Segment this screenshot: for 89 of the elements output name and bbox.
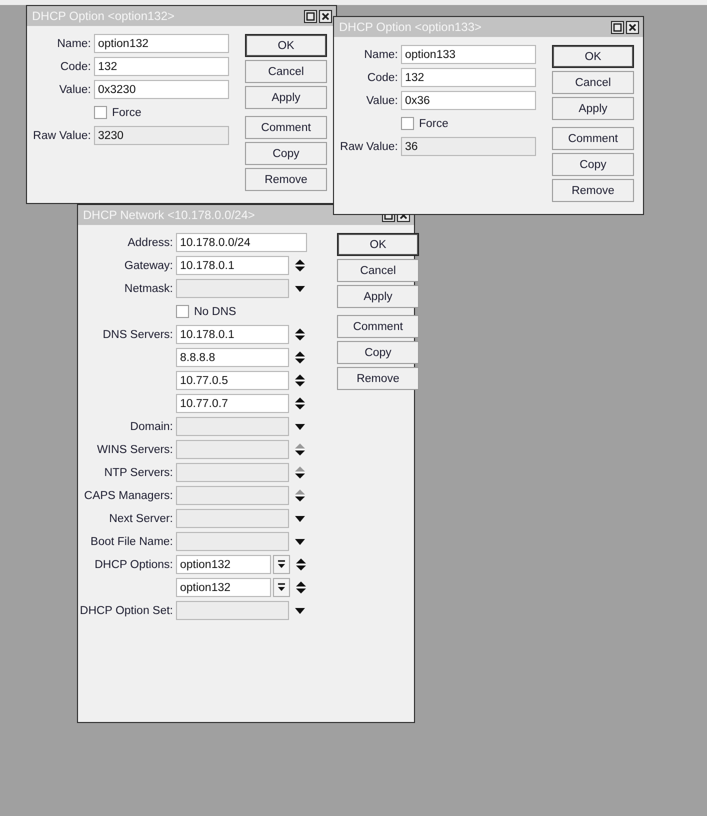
select-field[interactable]: option132 [176,578,271,597]
field-label: Value: [59,84,91,96]
field-label: Gateway: [124,260,173,272]
readonly-field[interactable] [176,601,289,620]
field-label: Code: [60,60,91,72]
checkbox-label: Force [419,118,448,130]
dialog-button[interactable]: Cancel [337,259,419,282]
dropdown-button[interactable] [273,578,290,597]
readonly-field[interactable] [176,509,289,528]
checkbox-label: Force [112,106,142,118]
maximize-icon[interactable] [611,20,624,34]
input-field[interactable]: 8.8.8.8 [176,348,289,367]
input-field[interactable]: 132 [94,57,229,76]
up-down-arrow-icon[interactable] [296,581,306,594]
readonly-field[interactable]: 3230 [94,126,229,145]
field-label: WINS Servers: [96,444,173,456]
readonly-field[interactable]: 36 [401,137,536,156]
readonly-field[interactable] [176,279,289,298]
field-label: Code: [367,72,398,84]
field-label: NTP Servers: [104,466,173,478]
up-down-arrow-icon[interactable] [295,374,305,387]
checkbox[interactable] [401,117,414,130]
field-label: Name: [364,48,398,60]
input-field[interactable]: 0x36 [401,91,536,110]
field-label: Value: [366,94,398,106]
up-down-arrow-icon[interactable] [296,558,306,571]
field-label: Next Server: [109,512,173,524]
input-field[interactable]: 132 [401,68,536,87]
field-label: Netmask: [124,282,173,294]
up-down-arrow-icon[interactable] [295,328,305,341]
checkbox[interactable] [176,305,189,318]
dialog-button[interactable]: Remove [337,367,419,390]
field-label: Raw Value: [340,140,398,152]
field-label: Name: [57,38,91,50]
input-field[interactable]: option132 [94,34,229,53]
dropdown-arrow-icon[interactable] [295,424,305,430]
readonly-field[interactable] [176,440,289,459]
dialog-button[interactable]: Remove [552,179,634,202]
input-field[interactable]: 10.77.0.7 [176,394,289,413]
dialog-button[interactable]: Remove [245,168,327,191]
dialog-button[interactable]: Cancel [245,60,327,83]
field-label: DNS Servers: [102,328,173,340]
up-down-arrow-icon[interactable] [295,259,305,272]
input-field[interactable]: option133 [401,45,536,64]
dropdown-arrow-icon[interactable] [295,538,305,544]
readonly-field[interactable] [176,417,289,436]
readonly-field[interactable] [176,463,289,482]
close-icon[interactable] [626,20,639,34]
close-icon[interactable] [319,10,332,22]
dialog-button[interactable]: Copy [245,142,327,165]
checkbox-label: No DNS [194,306,236,318]
field-label: CAPS Managers: [84,490,173,502]
field-label: Address: [128,236,173,248]
dialog-button[interactable]: Copy [337,341,419,364]
readonly-field[interactable] [176,532,289,551]
dropdown-button[interactable] [273,555,290,574]
dialog-button[interactable]: Apply [245,86,327,109]
input-field[interactable]: 10.77.0.5 [176,371,289,390]
dialog-button[interactable]: Apply [337,285,419,308]
dialog-button[interactable]: OK [552,45,634,68]
checkbox[interactable] [94,106,107,119]
field-label: DHCP Options: [94,558,173,570]
dialog-button[interactable]: Copy [552,153,634,176]
dialog-button[interactable]: Comment [552,127,634,150]
up-down-arrow-icon[interactable] [295,397,305,410]
dropdown-arrow-icon[interactable] [295,516,305,522]
up-down-arrow-icon[interactable] [295,443,305,456]
up-down-arrow-icon[interactable] [295,489,305,502]
input-field[interactable]: 10.178.0.0/24 [176,233,307,252]
readonly-field[interactable] [176,486,289,505]
input-field[interactable]: 10.178.0.1 [176,325,289,344]
up-down-arrow-icon[interactable] [295,466,305,479]
dialog-button[interactable]: Cancel [552,71,634,94]
select-field[interactable]: option132 [176,555,271,574]
input-field[interactable]: 10.178.0.1 [176,256,289,275]
up-down-arrow-icon[interactable] [295,351,305,364]
dialog-button[interactable]: Comment [337,315,419,338]
dropdown-arrow-icon[interactable] [295,608,305,614]
dialog-button[interactable]: Apply [552,97,634,120]
field-label: DHCP Option Set: [80,604,173,616]
dropdown-arrow-icon[interactable] [295,286,305,292]
dialog-button[interactable]: OK [245,34,327,57]
field-label: Domain: [130,420,173,432]
input-field[interactable]: 0x3230 [94,80,229,99]
field-label: Raw Value: [33,130,91,142]
dialog-button[interactable]: OK [337,233,419,256]
maximize-icon[interactable] [304,10,317,22]
field-label: Boot File Name: [90,536,173,548]
dialog-button[interactable]: Comment [245,116,327,139]
